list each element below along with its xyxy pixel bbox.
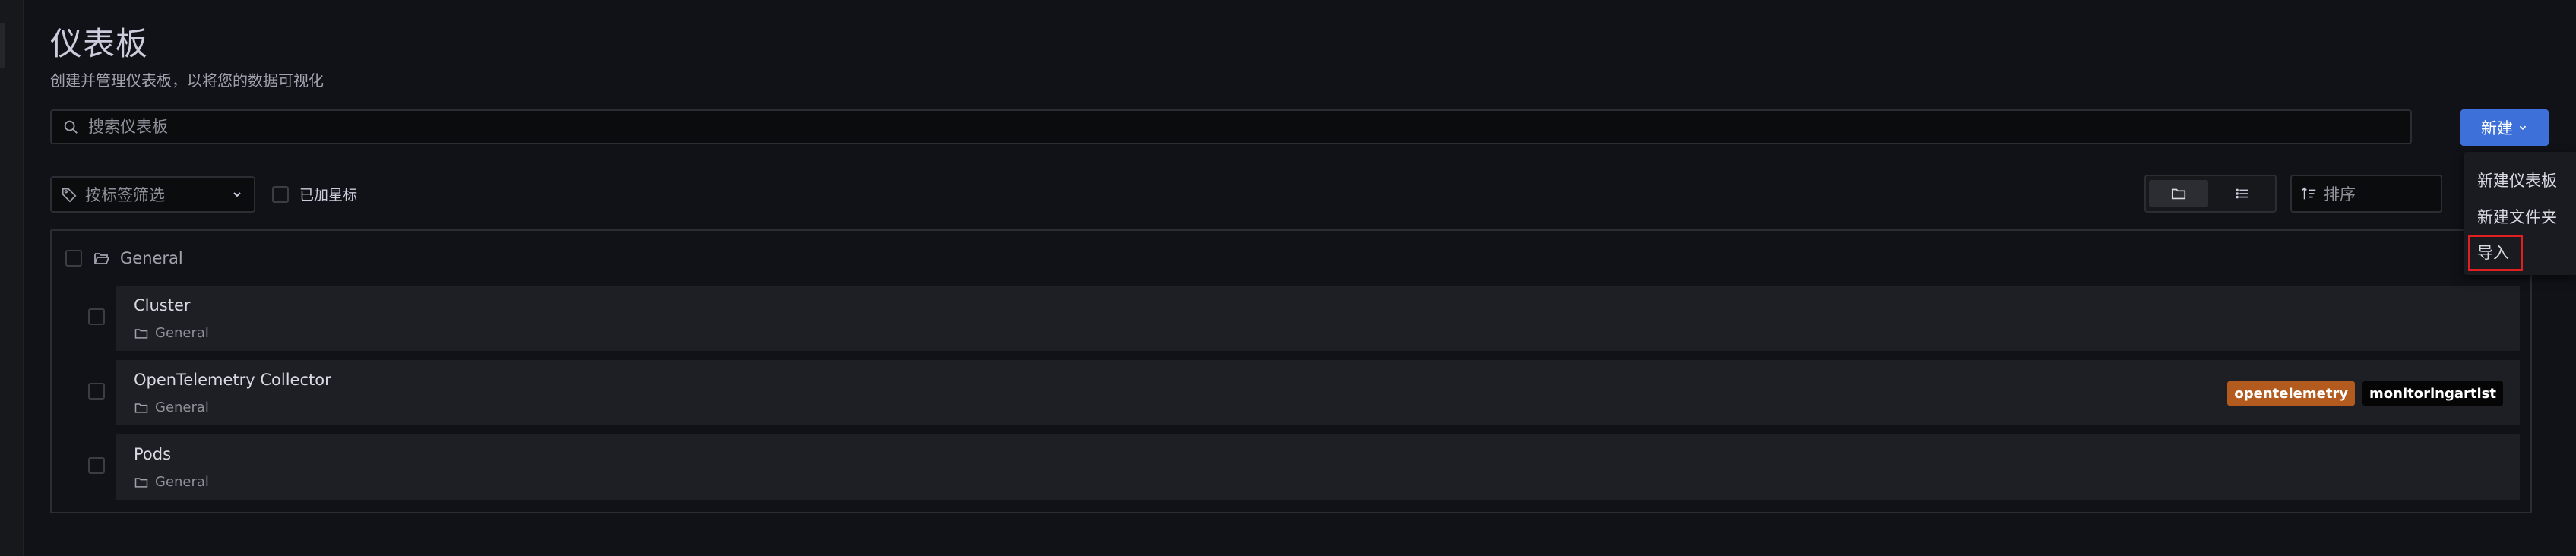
side-menu-handle[interactable] [0, 23, 5, 68]
tag-filter-select[interactable]: 按标签筛选 [50, 176, 255, 213]
sort-icon [2302, 187, 2316, 200]
folder-icon [134, 403, 148, 413]
side-menu [0, 0, 24, 556]
starred-label: 已加星标 [299, 187, 358, 204]
import-highlight-box [2468, 235, 2523, 271]
starred-checkbox[interactable] [272, 185, 289, 203]
dashboard-folder-name: General [155, 325, 209, 341]
folder-icon [2171, 188, 2186, 200]
tag-badge[interactable]: monitoringartist [2362, 381, 2503, 406]
dashboard-folder: General [134, 400, 209, 415]
folder-icon [134, 328, 148, 339]
sort-placeholder: 排序 [2324, 185, 2356, 204]
page-title: 仪表板 [50, 25, 149, 62]
dashboard-row[interactable]: OpenTelemetry Collector General opentele… [116, 360, 2520, 425]
chevron-down-icon [2519, 125, 2527, 130]
new-button[interactable]: 新建 [2460, 109, 2549, 146]
list-icon [2236, 188, 2248, 199]
dashboard-folder: General [134, 325, 209, 341]
dashboard-title[interactable]: OpenTelemetry Collector [134, 371, 331, 389]
search-bar[interactable] [50, 109, 2412, 144]
menu-item-new-folder[interactable]: 新建文件夹 [2477, 205, 2557, 228]
app-root: 仪表板 创建并管理仪表板，以将您的数据可视化 新建 按标签筛选 [0, 0, 2576, 556]
search-input[interactable] [87, 117, 2410, 137]
view-mode-toggle[interactable] [2144, 175, 2277, 213]
dashboard-folder-name: General [155, 474, 209, 490]
menu-item-new-dashboard[interactable]: 新建仪表板 [2477, 169, 2557, 191]
starred-filter[interactable]: 已加星标 [272, 184, 357, 204]
dashboard-list: General Cluster General OpenTelemetry Co… [50, 229, 2532, 513]
dashboard-title[interactable]: Pods [134, 445, 171, 463]
chevron-down-icon [233, 192, 241, 197]
main-content: 仪表板 创建并管理仪表板，以将您的数据可视化 新建 按标签筛选 [50, 0, 2549, 556]
folder-open-icon [94, 253, 110, 264]
new-button-label: 新建 [2481, 119, 2513, 137]
list-view-button[interactable] [2213, 180, 2272, 207]
dashboard-tags: opentelemetry monitoringartist [2227, 381, 2503, 406]
row-checkbox[interactable] [88, 457, 105, 474]
sort-select[interactable]: 排序 [2290, 175, 2442, 213]
dashboard-title[interactable]: Cluster [134, 296, 191, 314]
row-checkbox[interactable] [88, 308, 105, 325]
dashboard-row[interactable]: Cluster General [116, 286, 2520, 351]
page-subtitle: 创建并管理仪表板，以将您的数据可视化 [50, 71, 324, 90]
dashboard-folder: General [134, 474, 209, 490]
folder-name: General [120, 249, 183, 267]
tag-filter-label: 按标签筛选 [85, 186, 165, 204]
tag-badge[interactable]: opentelemetry [2227, 381, 2356, 406]
dashboard-folder-name: General [155, 400, 209, 415]
folder-checkbox[interactable] [65, 250, 82, 267]
tag-icon [62, 188, 77, 203]
folder-header[interactable]: General [65, 249, 183, 267]
search-icon [64, 120, 78, 134]
folder-view-button[interactable] [2149, 180, 2208, 207]
row-checkbox[interactable] [88, 383, 105, 400]
dashboard-row[interactable]: Pods General [116, 434, 2520, 500]
folder-icon [134, 477, 148, 488]
